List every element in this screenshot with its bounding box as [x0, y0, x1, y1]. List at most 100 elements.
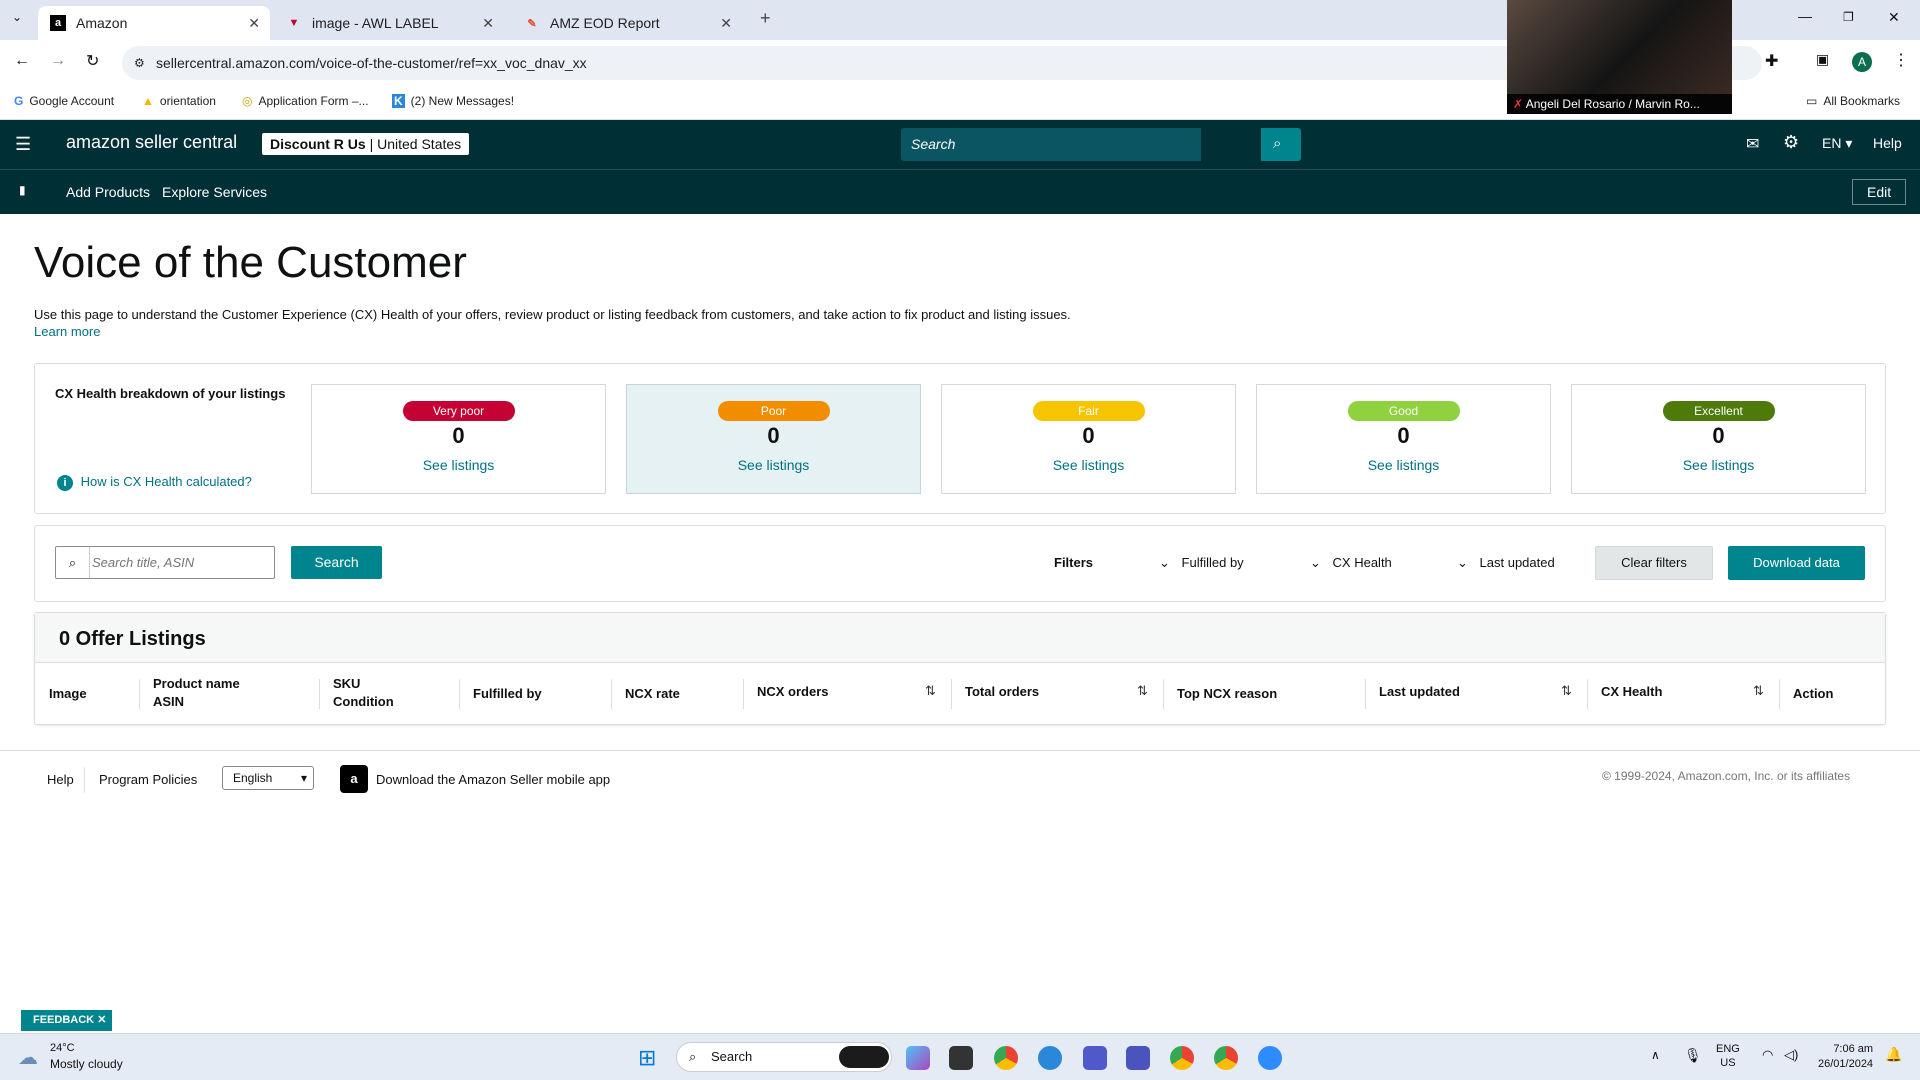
wifi-icon[interactable]: ◠	[1762, 1047, 1773, 1063]
forward-icon[interactable]: →	[50, 52, 66, 70]
file-explorer-icon[interactable]	[949, 1046, 973, 1070]
cx-card-poor[interactable]: Poor 0 See listings	[626, 384, 921, 494]
feedback-button[interactable]: FEEDBACK ✕	[21, 1010, 112, 1031]
close-icon[interactable]: ✕	[248, 15, 260, 32]
all-bookmarks[interactable]: ▭ All Bookmarks	[1806, 94, 1900, 108]
see-listings-link[interactable]: See listings	[942, 457, 1235, 473]
bookmark-messages[interactable]: K (2) New Messages!	[392, 94, 514, 108]
nav-add-products[interactable]: Add Products	[66, 184, 150, 200]
tab-awl-label[interactable]: ▼ image - AWL LABEL ✕	[274, 6, 504, 40]
close-icon[interactable]: ✕	[720, 15, 732, 32]
listing-search-button[interactable]: Search	[291, 546, 382, 579]
k-icon: K	[392, 94, 405, 108]
cx-card-good[interactable]: Good 0 See listings	[1256, 384, 1551, 494]
chevron-down-icon: ⌄	[1310, 555, 1321, 570]
header-search-input[interactable]: Search	[901, 128, 1201, 161]
chrome-alt-icon[interactable]	[1214, 1046, 1238, 1070]
nav-edit-button[interactable]: Edit	[1852, 179, 1907, 205]
last-updated-filter[interactable]: ⌄ Last updated	[1457, 555, 1555, 571]
see-listings-link[interactable]: See listings	[312, 457, 605, 473]
clock[interactable]: 7:06 am 26/01/2024	[1818, 1042, 1873, 1072]
start-windows-icon[interactable]: ⊞	[638, 1045, 656, 1071]
bookmark-google-account[interactable]: G Google Account	[14, 94, 114, 108]
see-listings-link[interactable]: See listings	[1572, 457, 1865, 473]
teams-work-icon[interactable]	[1126, 1046, 1150, 1070]
menu-icon[interactable]: ⋮	[1893, 50, 1909, 70]
tab-amz-eod[interactable]: ✎ AMZ EOD Report ✕	[512, 6, 742, 40]
clear-filters-button[interactable]: Clear filters	[1595, 546, 1713, 580]
sort-icon[interactable]: ⇅	[1753, 683, 1764, 699]
edge-icon[interactable]	[1038, 1046, 1062, 1070]
drive-icon: ▲	[142, 94, 154, 108]
settings-gear-icon[interactable]: ⚙	[1783, 132, 1799, 153]
cx-card-fair[interactable]: Fair 0 See listings	[941, 384, 1236, 494]
weather-desc[interactable]: Mostly cloudy	[50, 1057, 123, 1071]
column-divider	[611, 679, 612, 709]
listing-search-input[interactable]	[92, 551, 268, 574]
footer-policies-link[interactable]: Program Policies	[99, 772, 197, 787]
bookmark-application-form[interactable]: ◎ Application Form –...	[242, 94, 369, 108]
cx-health-how-link[interactable]: i How is CX Health calculated?	[57, 474, 252, 491]
column-last-updated: Last updated	[1379, 684, 1460, 699]
download-app-link[interactable]: Download the Amazon Seller mobile app	[376, 772, 610, 787]
header-search-button[interactable]: ⌕	[1261, 128, 1301, 161]
chrome-profile-icon[interactable]	[1170, 1046, 1194, 1070]
language-selector[interactable]: EN ▾	[1822, 135, 1852, 152]
tab-search-icon[interactable]: ⌄	[12, 10, 22, 24]
back-icon[interactable]: ←	[14, 52, 30, 70]
new-tab-icon[interactable]: +	[760, 8, 771, 29]
see-listings-link[interactable]: See listings	[1257, 457, 1550, 473]
seller-central-logo[interactable]: amazon seller central	[66, 132, 237, 153]
tray-chevron-up-icon[interactable]: ∧	[1651, 1048, 1660, 1062]
cx-card-excellent[interactable]: Excellent 0 See listings	[1571, 384, 1866, 494]
see-listings-link[interactable]: See listings	[627, 457, 920, 473]
chrome-icon[interactable]	[994, 1046, 1018, 1070]
weather-temp[interactable]: 24°C	[50, 1042, 75, 1054]
bookmark-icon[interactable]: ▮	[19, 183, 26, 197]
notification-bell-icon[interactable]: 🔔	[1885, 1046, 1902, 1063]
cx-card-very-poor[interactable]: Very poor 0 See listings	[311, 384, 606, 494]
footer-divider	[84, 767, 85, 793]
download-data-button[interactable]: Download data	[1728, 546, 1865, 580]
extensions-icon[interactable]: ✚	[1765, 51, 1778, 71]
restore-icon[interactable]: ❐	[1843, 10, 1854, 24]
zoom-icon[interactable]	[1258, 1046, 1282, 1070]
nav-explore-services[interactable]: Explore Services	[162, 184, 267, 200]
report-favicon-icon: ✎	[527, 17, 537, 30]
video-call-overlay[interactable]: ✗ Angeli Del Rosario / Marvin Ro...	[1507, 0, 1732, 114]
seller-nav-bar: ▮ Add Products Explore Services Edit	[0, 169, 1920, 214]
store-selector[interactable]: Discount R Us | United States	[262, 133, 470, 155]
taskbar-search-box[interactable]: ⌕ Search	[676, 1042, 892, 1072]
column-divider	[1163, 679, 1164, 709]
mail-icon[interactable]: ✉	[1746, 134, 1759, 154]
window-close-icon[interactable]: ✕	[1888, 9, 1900, 26]
sort-icon[interactable]: ⇅	[1137, 683, 1148, 699]
site-info-icon[interactable]: ⚙	[134, 46, 145, 80]
close-icon[interactable]: ✕	[482, 15, 494, 32]
status-badge: Poor	[717, 401, 830, 421]
volume-icon[interactable]: ◁)	[1784, 1047, 1798, 1063]
side-panel-icon[interactable]: ▣	[1816, 51, 1829, 68]
page-footer: Help Program Policies English ▾ a Downloa…	[0, 750, 1920, 810]
sort-icon[interactable]: ⇅	[925, 683, 936, 699]
tab-amazon[interactable]: a Amazon ✕	[38, 6, 270, 40]
reload-icon[interactable]: ↻	[86, 51, 99, 71]
minimize-icon[interactable]: —	[1798, 8, 1812, 24]
close-icon[interactable]: ✕	[97, 1014, 106, 1026]
sort-icon[interactable]: ⇅	[1561, 683, 1572, 699]
cx-health-filter[interactable]: ⌄ CX Health	[1310, 555, 1392, 571]
fulfilled-by-filter[interactable]: ⌄ Fulfilled by	[1159, 555, 1244, 571]
chevron-down-icon: ⌄	[1457, 555, 1468, 570]
footer-language-select[interactable]: English ▾	[222, 766, 314, 790]
bookmark-orientation[interactable]: ▲ orientation	[142, 94, 216, 108]
footer-help-link[interactable]: Help	[47, 772, 74, 787]
teams-icon[interactable]	[1083, 1046, 1107, 1070]
copilot-icon[interactable]	[906, 1046, 930, 1070]
hamburger-menu-icon[interactable]: ☰	[15, 134, 31, 155]
learn-more-link[interactable]: Learn more	[34, 324, 100, 339]
status-badge: Very poor	[402, 401, 515, 421]
help-link[interactable]: Help	[1873, 135, 1902, 151]
input-language[interactable]: ENG US	[1716, 1042, 1740, 1070]
microphone-icon[interactable]: 🎙	[1684, 1047, 1702, 1064]
profile-avatar[interactable]: A	[1852, 52, 1872, 72]
